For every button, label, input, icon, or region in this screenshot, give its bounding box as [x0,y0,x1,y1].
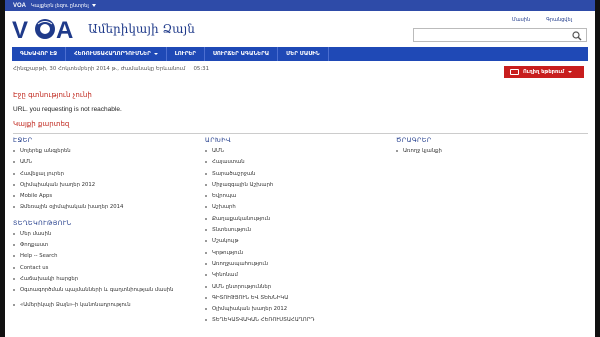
svg-text:V: V [12,17,28,42]
column-pages: ԷՋԵՐ Սոլերեք անգլերեն ԱՄՆ Հավելյալ լուրե… [13,137,193,313]
list-item[interactable]: Օլիմպիական խաղեր 2012 [13,182,193,193]
dateline: Հինգշաբթի, 30 Հոկտեմբերի 2014 թ., Ժամանա… [13,66,209,72]
list-item[interactable]: Եվրոպա [205,193,385,204]
tv-icon [510,69,519,75]
list-item[interactable]: Help -- Search [13,253,193,264]
list-item[interactable]: Միջազգային Աշխարհ [205,182,385,193]
main-nav: ԳԼԽԱՎՈՐ ԷՋ ՀԵՌՈՒՍՏԱՀԱՂՈՐԴՈՒՄՆԵՐ ԼՈՒՐԵՐ Ս… [12,47,588,61]
list-item[interactable]: Օլիմպիական խաղեր 2012 [205,306,385,317]
svg-text:A: A [56,17,73,42]
subscribe-link[interactable]: Գրանցվել [546,17,572,23]
nav-item-broadcasts[interactable]: ՀԵՌՈՒՍՏԱՀԱՂՈՐԴՈՒՄՆԵՐ [66,47,167,61]
list-item[interactable]: Տարածաշրջան [205,171,385,182]
chevron-down-icon [568,71,573,73]
list-item[interactable]: Առողջ կյանքի [396,148,576,159]
nav-item-news[interactable]: ԼՈՒՐԵՐ [167,47,205,61]
site-header: V A Ամերիկայի Ձայն Մասին Գրանցվել [12,14,588,46]
live-broadcast-button[interactable]: Ուղիղ եթերում [504,66,584,78]
column-archive: ԱՐԽԻՎ ԱՄՆ Հայաստան Տարածաշրջան Միջազգայի… [205,137,385,329]
link-list: Մեր մասին Փոդքաստ Help -- Search Contact… [13,231,193,313]
list-item[interactable]: «Ամերիկայի Ձայն»-ի կանոնադրություն [13,302,193,313]
list-item[interactable]: Կինոնամ [205,272,385,283]
column-heading: ԷՋԵՐ [13,137,33,144]
date-text: Հինգշաբթի, 30 Հոկտեմբերի 2014 թ., Ժամանա… [13,66,186,72]
list-item[interactable]: ԱՄՆ [13,159,193,170]
about-link[interactable]: Մասին [512,17,530,23]
list-item[interactable]: ԳԻՏՈՒԹՅՈՒՆ ԵՎ ՏԵԽՆԻԿԱ [205,295,385,306]
list-item[interactable]: Առողջապահություն [205,261,385,272]
list-item[interactable]: Օգտագործման պայմանների և գաղտնիության մա… [13,287,193,302]
column-heading: ՏԵՂԵԿՈՒԹՅՈՒՆ [13,219,72,227]
nav-item-about-us[interactable]: ՄԵՐ ՄԱՍԻՆ [278,47,329,61]
left-border [0,0,5,337]
list-item[interactable]: ԱՄՆ ընտրություններ [205,284,385,295]
list-item[interactable]: Կրթություն [205,250,385,261]
language-selector[interactable]: Կայքերն լեզու ընտրել [31,3,89,9]
sitemap-title: Կայքի քարտեզ [13,120,70,128]
live-button-label: Ուղիղ եթերում [523,69,565,75]
page: VOA Կայքերն լեզու ընտրել V A Ամերիկայի Ձ… [0,0,600,337]
column-programs: ԾՐԱԳՐԵՐ Առողջ կյանքի [396,137,576,159]
voa-logo[interactable]: V A [12,16,82,42]
link-list: ԱՄՆ Հայաստան Տարածաշրջան Միջազգային Աշխա… [205,148,385,329]
list-item[interactable]: Աշխարհ [205,204,385,215]
site-name[interactable]: Ամերիկայի Ձայն [88,22,195,36]
right-border [595,0,600,337]
list-item[interactable]: Սոլերեք անգլերեն [13,148,193,159]
list-item[interactable]: ԱՄՆ [205,148,385,159]
topbar-brand[interactable]: VOA [13,3,26,9]
list-item[interactable]: Տնտեսություն [205,227,385,238]
divider [13,133,588,134]
chevron-down-icon [153,53,158,55]
list-item[interactable]: Մշակույթ [205,238,385,249]
list-item[interactable]: Հայաստան [205,159,385,170]
chevron-down-icon[interactable] [91,4,96,7]
list-item[interactable]: Ձմեռային օլիմպիական խաղեր 2014 [13,204,193,215]
search-input[interactable] [413,28,587,42]
link-list: Առողջ կյանքի [396,148,576,159]
list-item[interactable]: Մեր մասին [13,231,193,242]
nav-item-fourth[interactable]: ՍՈՒՐՃԵՐ ԱԳԱՆԵՐԱ [205,47,279,61]
header-links: Մասին Գրանցվել [512,17,572,23]
list-item[interactable]: Փոդքաստ [13,242,193,253]
column-heading: ԾՐԱԳՐԵՐ [396,137,432,144]
list-item[interactable]: Contact us [13,265,193,276]
list-item[interactable]: ՏԵՂԵԿԱՏՎԱԿԱՆ ՀԵՌՈՒՍՏԱՀԱՂՈՐԴ [205,317,385,328]
error-message: URL. you requesting is not reachable. [13,106,122,113]
list-item[interactable]: Հավելյալ լուրեր [13,171,193,182]
nav-item-home[interactable]: ԳԼԽԱՎՈՐ ԷՋ [12,47,67,61]
list-item[interactable]: Քաղաքականություն [205,216,385,227]
list-item[interactable]: Հաճախակի հարցեր [13,276,193,287]
error-title: Էջը գտնություն չունի [13,91,92,99]
link-list: Սոլերեք անգլերեն ԱՄՆ Հավելյալ լուրեր Օլի… [13,148,193,216]
top-bar: VOA Կայքերն լեզու ընտրել [5,0,595,11]
list-item[interactable]: Mobile Apps [13,193,193,204]
search-icon[interactable] [572,31,582,41]
column-heading: ԱՐԽԻՎ [205,137,232,144]
time-text: 05:31 [193,66,210,72]
